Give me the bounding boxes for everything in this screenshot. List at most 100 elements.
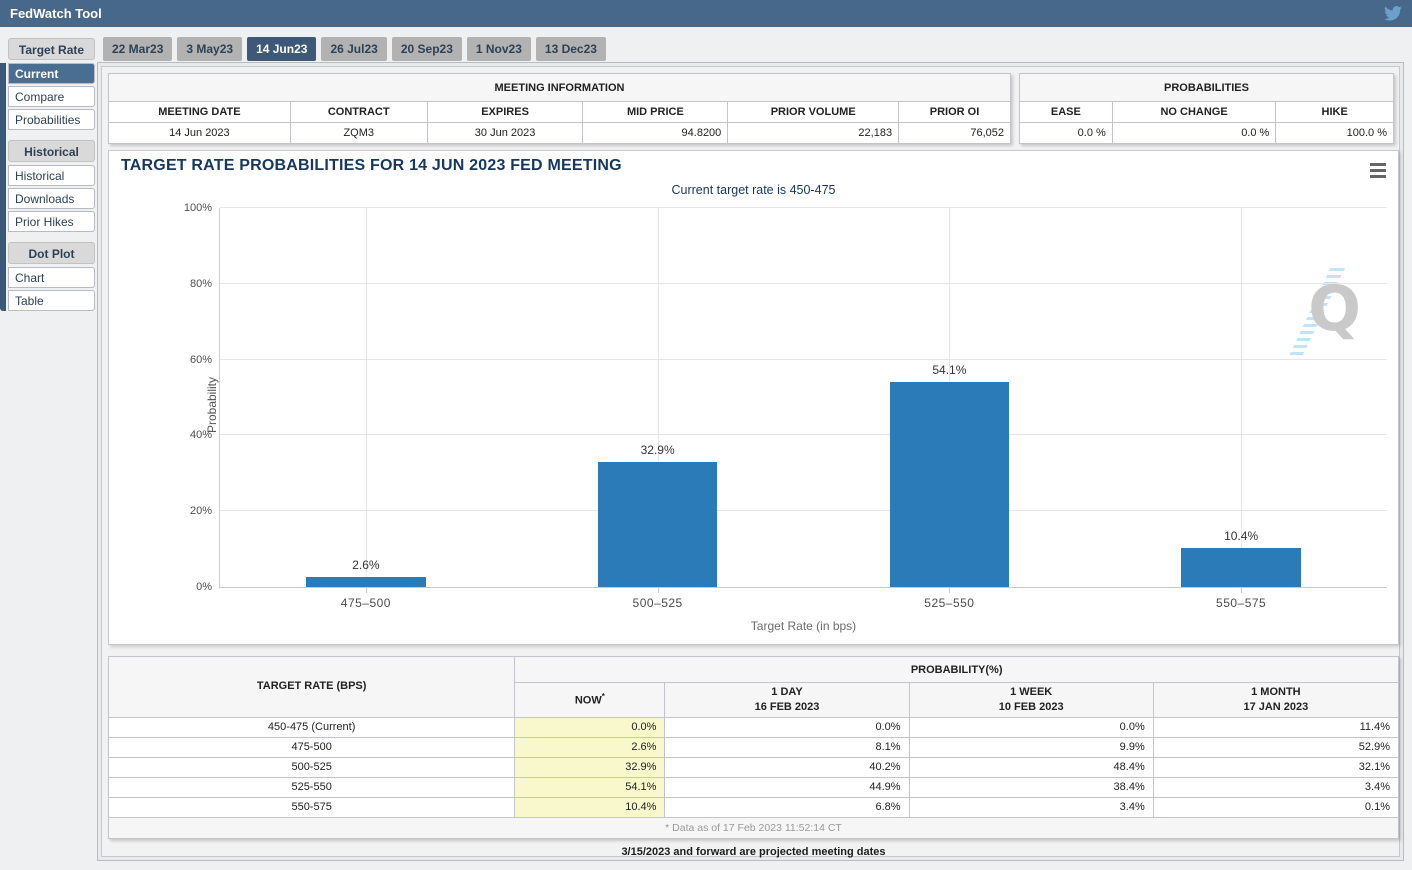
probability-value-cell: 48.4% <box>909 757 1153 777</box>
meeting-header-mid-price: MID PRICE <box>583 102 728 123</box>
tab-14-jun23[interactable]: 14 Jun23 <box>247 37 316 61</box>
y-gridline <box>220 207 1387 208</box>
meeting-value-mid-price: 94.8200 <box>583 123 728 144</box>
now-value-cell: 54.1% <box>515 777 665 797</box>
y-gridline <box>220 434 1387 435</box>
sidebar-header-target-rate[interactable]: Target Rate <box>8 38 95 60</box>
now-value-cell: 0.0% <box>515 717 665 737</box>
tab-3-may23[interactable]: 3 May23 <box>177 37 242 61</box>
sidebar-item-historical[interactable]: Historical <box>8 165 95 186</box>
chart-category-475-500: 2.6%475–500 <box>220 208 512 587</box>
y-gridline <box>220 510 1387 511</box>
probabilities-summary-value-row: 0.0 %0.0 %100.0 % <box>1020 123 1394 144</box>
chart-plot-area: Probability Q 2.6%475–50032.9%500–52554.… <box>219 208 1387 588</box>
column-header-1-month: 1 MONTH17 JAN 2023 <box>1153 683 1398 718</box>
probability-bar[interactable] <box>306 577 426 587</box>
table-row-500-525: 500-52532.9%40.2%48.4%32.1% <box>109 757 1399 777</box>
bar-value-label: 2.6% <box>220 558 512 572</box>
tab-22-mar23[interactable]: 22 Mar23 <box>103 37 172 61</box>
column-header-1-week: 1 WEEK10 FEB 2023 <box>909 683 1153 718</box>
x-gridline <box>366 208 367 587</box>
summary-value-hike: 100.0 % <box>1276 123 1394 144</box>
probability-value-cell: 0.0% <box>665 717 909 737</box>
sidebar-item-current[interactable]: Current <box>8 63 95 84</box>
meeting-header-meeting-date: MEETING DATE <box>109 102 291 123</box>
summary-header-ease: EASE <box>1020 102 1113 123</box>
chart-category-525-550: 54.1%525–550 <box>804 208 1096 587</box>
target-rate-cell: 450-475 (Current) <box>109 717 515 737</box>
sidebar-item-prior-hikes[interactable]: Prior Hikes <box>8 211 95 232</box>
summary-header-hike: HIKE <box>1276 102 1394 123</box>
tab-1-nov23[interactable]: 1 Nov23 <box>467 37 531 61</box>
y-tick-label: 100% <box>184 202 212 214</box>
sidebar-item-downloads[interactable]: Downloads <box>8 188 95 209</box>
hamburger-menu-icon[interactable] <box>1370 163 1386 181</box>
probability-value-cell: 3.4% <box>1153 777 1398 797</box>
probability-value-cell: 11.4% <box>1153 717 1398 737</box>
meeting-value-prior-oi: 76,052 <box>899 123 1011 144</box>
probability-bar[interactable] <box>890 382 1010 587</box>
sidebar-item-table[interactable]: Table <box>8 290 95 311</box>
now-value-cell: 32.9% <box>515 757 665 777</box>
data-as-of-note: * Data as of 17 Feb 2023 11:52:14 CT <box>109 817 1399 838</box>
x-tick-mark <box>366 588 367 593</box>
tab-13-dec23[interactable]: 13 Dec23 <box>536 37 606 61</box>
probability-value-cell: 0.0% <box>909 717 1153 737</box>
table-row-550-575: 550-57510.4%6.8%3.4%0.1% <box>109 797 1399 817</box>
app-header: FedWatch Tool <box>0 0 1412 27</box>
chart-category-500-525: 32.9%500–525 <box>512 208 804 587</box>
sidebar-header-historical[interactable]: Historical <box>8 140 95 162</box>
table-row-525-550: 525-55054.1%44.9%38.4%3.4% <box>109 777 1399 797</box>
probability-value-cell: 44.9% <box>665 777 909 797</box>
y-tick-label: 80% <box>190 278 212 290</box>
sidebar-header-dot-plot[interactable]: Dot Plot <box>8 242 95 264</box>
meeting-information-header-row: MEETING DATECONTRACTEXPIRESMID PRICEPRIO… <box>109 102 1011 123</box>
tab-26-jul23[interactable]: 26 Jul23 <box>321 37 386 61</box>
summary-header-no-change: NO CHANGE <box>1112 102 1276 123</box>
y-tick-label: 20% <box>190 505 212 517</box>
sidebar-item-chart[interactable]: Chart <box>8 267 95 288</box>
chart-category-550-575: 10.4%550–575 <box>1095 208 1387 587</box>
meeting-value-contract: ZQM3 <box>290 123 427 144</box>
meeting-value-prior-volume: 22,183 <box>728 123 899 144</box>
probabilities-summary-header-row: EASENO CHANGEHIKE <box>1020 102 1394 123</box>
summary-value-no-change: 0.0 % <box>1112 123 1276 144</box>
probability-bar[interactable] <box>598 462 718 587</box>
sidebar-item-probabilities[interactable]: Probabilities <box>8 109 95 130</box>
sidebar-item-compare[interactable]: Compare <box>8 86 95 107</box>
probability-value-cell: 6.8% <box>665 797 909 817</box>
probability-value-cell: 38.4% <box>909 777 1153 797</box>
x-tick-mark <box>1241 588 1242 593</box>
probability-bar[interactable] <box>1181 548 1301 587</box>
probabilities-summary-table: PROBABILITIES EASENO CHANGEHIKE 0.0 %0.0… <box>1019 73 1394 144</box>
now-value-cell: 2.6% <box>515 737 665 757</box>
target-rate-chart: TARGET RATE PROBABILITIES FOR 14 JUN 202… <box>108 150 1399 645</box>
y-tick-label: 60% <box>190 354 212 366</box>
meeting-header-prior-oi: PRIOR OI <box>899 102 1011 123</box>
x-category-label: 500–525 <box>512 596 804 610</box>
probability-value-cell: 32.1% <box>1153 757 1398 777</box>
tab-20-sep23[interactable]: 20 Sep23 <box>392 37 462 61</box>
twitter-icon[interactable] <box>1384 6 1402 21</box>
y-tick-label: 40% <box>190 429 212 441</box>
column-header-now: NOW* <box>515 683 665 718</box>
y-axis-title: Probability <box>205 325 219 485</box>
x-category-label: 525–550 <box>804 596 1096 610</box>
table-row-475-500: 475-5002.6%8.1%9.9%52.9% <box>109 737 1399 757</box>
x-tick-mark <box>658 588 659 593</box>
meeting-value-expires: 30 Jun 2023 <box>427 123 583 144</box>
bar-value-label: 10.4% <box>1095 529 1387 543</box>
main-panel-inner: MEETING INFORMATION MEETING DATECONTRACT… <box>101 66 1400 857</box>
chart-title: TARGET RATE PROBABILITIES FOR 14 JUN 202… <box>121 157 622 175</box>
target-rate-cell: 550-575 <box>109 797 515 817</box>
target-rate-bps-header: TARGET RATE (BPS) <box>109 657 515 718</box>
meeting-information-title: MEETING INFORMATION <box>109 74 1011 102</box>
probability-value-cell: 0.1% <box>1153 797 1398 817</box>
now-value-cell: 10.4% <box>515 797 665 817</box>
x-category-label: 550–575 <box>1095 596 1387 610</box>
meeting-header-expires: EXPIRES <box>427 102 583 123</box>
table-row-450-475-current: 450-475 (Current)0.0%0.0%0.0%11.4% <box>109 717 1399 737</box>
probability-value-cell: 52.9% <box>1153 737 1398 757</box>
y-gridline <box>220 283 1387 284</box>
target-rate-cell: 525-550 <box>109 777 515 797</box>
